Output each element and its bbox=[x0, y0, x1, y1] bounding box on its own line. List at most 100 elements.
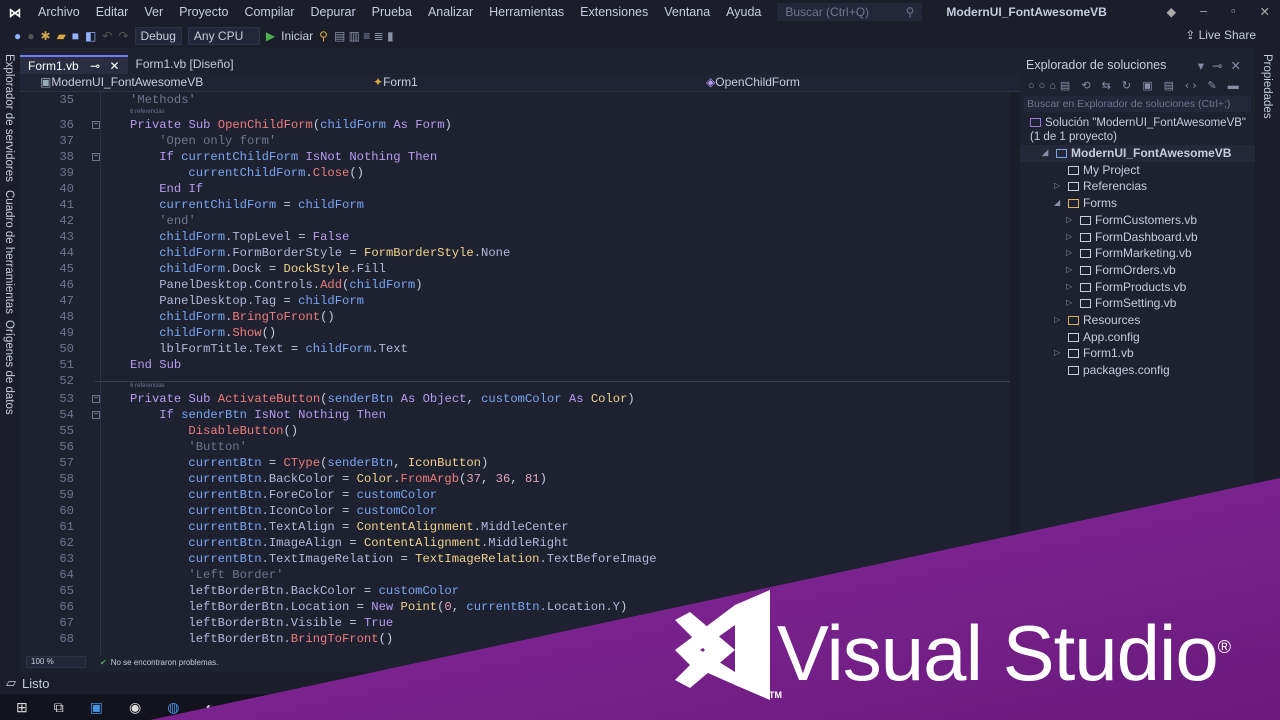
tab-form1-vb[interactable]: Form1.vb ⊸ ✕ bbox=[20, 55, 128, 74]
tree-item[interactable]: ▷ FormCustomers.vb bbox=[1020, 212, 1255, 229]
menu-editar[interactable]: Editar bbox=[88, 5, 137, 19]
problems-status[interactable]: No se encontraron problemas. bbox=[111, 658, 219, 667]
menu-herramientas[interactable]: Herramientas bbox=[481, 5, 572, 19]
menu-analizar[interactable]: Analizar bbox=[420, 5, 481, 19]
properties-tab[interactable]: Propiedades bbox=[1261, 54, 1273, 119]
tree-item[interactable]: ◢ Forms bbox=[1020, 195, 1255, 212]
menu-depurar[interactable]: Depurar bbox=[302, 5, 363, 19]
search-input[interactable]: Buscar (Ctrl+Q) ⚲ bbox=[777, 3, 923, 21]
codelens-references[interactable]: 6 referencias bbox=[20, 108, 1010, 117]
expand-arrow-icon[interactable]: ▷ bbox=[1066, 212, 1072, 229]
solution-search-input[interactable]: Buscar en Explorador de soluciones (Ctrl… bbox=[1024, 96, 1251, 112]
toolbar-tools-icon[interactable]: ▤ ▥ ≡ ≣ ▮ bbox=[334, 29, 394, 43]
code-editor[interactable]: 35 'Methods' 6 referencias 36− Private Sub O… bbox=[20, 92, 1010, 655]
play-icon[interactable]: ▶ bbox=[266, 29, 275, 43]
redo-icon[interactable]: ↷ bbox=[118, 29, 128, 43]
open-icon[interactable]: ▰ bbox=[57, 29, 66, 43]
expand-arrow-icon[interactable]: ▷ bbox=[1066, 295, 1072, 312]
app-icon[interactable]: ▣ bbox=[90, 699, 103, 716]
code-line[interactable]: 50 lblFormTitle.Text = childForm.Text bbox=[20, 341, 1010, 357]
close-tab-icon[interactable]: ✕ bbox=[109, 59, 119, 73]
zoom-dropdown[interactable]: 100 % bbox=[26, 656, 86, 668]
tree-item[interactable]: ▷ FormMarketing.vb bbox=[1020, 245, 1255, 262]
code-line[interactable]: 36 − Private Sub OpenChildForm(childForm A… bbox=[20, 117, 1010, 133]
code-line[interactable]: 37 'Open only form' bbox=[20, 133, 1010, 149]
collapse-icon[interactable]: − bbox=[92, 121, 100, 129]
back-icon[interactable]: ● bbox=[14, 29, 21, 43]
menu-compilar[interactable]: Compilar bbox=[236, 5, 302, 19]
expand-arrow-icon[interactable]: ▷ bbox=[1066, 229, 1072, 246]
code-line[interactable]: 39 currentChildForm.Close() bbox=[20, 165, 1010, 181]
menu-ventana[interactable]: Ventana bbox=[656, 5, 718, 19]
expand-arrow-icon[interactable]: ▷ bbox=[1066, 262, 1072, 279]
toolbox-tab[interactable]: Cuadro de herramientas bbox=[3, 190, 15, 314]
code-line[interactable]: 60 currentBtn.IconColor = customColor bbox=[20, 503, 1010, 519]
expand-arrow-icon[interactable]: ▷ bbox=[1054, 312, 1060, 329]
code-line[interactable]: 41 currentChildForm = childForm bbox=[20, 197, 1010, 213]
expand-arrow-icon[interactable]: ▷ bbox=[1054, 345, 1060, 362]
new-project-icon[interactable]: ✱ bbox=[41, 29, 51, 43]
live-share-button[interactable]: ⇪ Live Share bbox=[1185, 28, 1256, 42]
code-line[interactable]: 47 PanelDesktop.Tag = childForm bbox=[20, 293, 1010, 309]
code-line[interactable]: 40 End If bbox=[20, 181, 1010, 197]
code-line[interactable]: 53 − Private Sub ActivateButton(senderBtn … bbox=[20, 391, 1010, 407]
vertical-scrollbar[interactable] bbox=[1010, 92, 1020, 655]
start-button[interactable]: Iniciar bbox=[281, 29, 313, 43]
code-line[interactable]: 54 − If senderBtn IsNot Nothing Then bbox=[20, 407, 1010, 423]
code-line[interactable]: 35 'Methods' bbox=[20, 92, 1010, 108]
platform-dropdown[interactable]: Any CPU bbox=[187, 27, 260, 45]
menu-ver[interactable]: Ver bbox=[136, 5, 171, 19]
code-line[interactable]: 64 'Left Border' bbox=[20, 567, 1010, 583]
app-icon[interactable]: ◉ bbox=[129, 699, 141, 716]
code-line[interactable]: 57 currentBtn = CType(senderBtn, IconButt… bbox=[20, 455, 1010, 471]
code-line[interactable]: 58 currentBtn.BackColor = Color.FromArgb(… bbox=[20, 471, 1010, 487]
data-sources-tab[interactable]: Orígenes de datos bbox=[3, 320, 15, 415]
steam-icon[interactable]: ◐ bbox=[205, 699, 213, 715]
code-line[interactable]: 65 leftBorderBtn.BackColor = customColor bbox=[20, 583, 1010, 599]
tree-item[interactable]: ▷ Referencias bbox=[1020, 178, 1255, 195]
menu-ayuda[interactable]: Ayuda bbox=[718, 5, 769, 19]
tree-item[interactable]: packages.config bbox=[1020, 362, 1255, 379]
code-line[interactable]: 42 'end' bbox=[20, 213, 1010, 229]
collapse-icon[interactable]: − bbox=[92, 411, 100, 419]
windows-start-icon[interactable]: ⊞ bbox=[16, 699, 28, 716]
code-line[interactable]: 62 currentBtn.ImageAlign = ContentAlignme… bbox=[20, 535, 1010, 551]
tree-item[interactable]: ▷ FormOrders.vb bbox=[1020, 262, 1255, 279]
codelens-references[interactable]: 6 referencias bbox=[20, 382, 1010, 391]
class-dropdown[interactable]: ✦Form1 bbox=[353, 74, 686, 91]
collapse-icon[interactable]: − bbox=[92, 395, 100, 403]
menu-prueba[interactable]: Prueba bbox=[364, 5, 420, 19]
server-explorer-tab[interactable]: Explorador de servidores bbox=[3, 54, 15, 182]
solution-toolbar[interactable]: ○○⌂▤ ⟲ ⇆ ↻ ▣ ▤ ‹› ✎ ▬ bbox=[1020, 77, 1255, 94]
code-line[interactable]: 55 DisableButton() bbox=[20, 423, 1010, 439]
feedback-icon[interactable]: ◆ bbox=[1167, 4, 1177, 19]
find-icon[interactable]: ⚲ bbox=[319, 29, 328, 43]
forward-icon[interactable]: ● bbox=[27, 29, 34, 43]
pin-icon[interactable]: ⊸ bbox=[90, 59, 100, 73]
tree-item[interactable]: ▷ FormSetting.vb bbox=[1020, 295, 1255, 312]
code-line[interactable]: 61 currentBtn.TextAlign = ContentAlignmen… bbox=[20, 519, 1010, 535]
code-line[interactable]: 43 childForm.TopLevel = False bbox=[20, 229, 1010, 245]
menu-proyecto[interactable]: Proyecto bbox=[171, 5, 236, 19]
menu-archivo[interactable]: Archivo bbox=[30, 5, 88, 19]
undo-icon[interactable]: ↶ bbox=[102, 29, 112, 43]
code-line[interactable]: 59 currentBtn.ForeColor = customColor bbox=[20, 487, 1010, 503]
task-view-icon[interactable]: ⧉ bbox=[54, 699, 64, 716]
tree-item[interactable]: ▷ FormProducts.vb bbox=[1020, 279, 1255, 296]
panel-controls[interactable]: ▾⊸✕ bbox=[1198, 58, 1249, 73]
tree-item[interactable]: My Project bbox=[1020, 162, 1255, 179]
minimize-button[interactable]: – bbox=[1200, 4, 1207, 19]
menu-extensiones[interactable]: Extensiones bbox=[572, 5, 656, 19]
tree-item[interactable]: Solución "ModernUI_FontAwesomeVB" (1 de … bbox=[1020, 115, 1255, 145]
code-line[interactable]: 46 PanelDesktop.Controls.Add(childForm) bbox=[20, 277, 1010, 293]
expand-arrow-icon[interactable]: ▷ bbox=[1066, 245, 1072, 262]
tree-item[interactable]: ▷ FormDashboard.vb bbox=[1020, 229, 1255, 246]
project-dropdown[interactable]: ▣ModernUI_FontAwesomeVB bbox=[20, 74, 353, 91]
save-icon[interactable]: ■ bbox=[72, 29, 79, 43]
tree-item[interactable]: ▷ Resources bbox=[1020, 312, 1255, 329]
code-line[interactable]: 63 currentBtn.TextImageRelation = TextIma… bbox=[20, 551, 1010, 567]
tree-item[interactable]: ◢ ModernUI_FontAwesomeVB bbox=[1020, 145, 1255, 162]
code-line[interactable]: 44 childForm.FormBorderStyle = FormBorder… bbox=[20, 245, 1010, 261]
browser-icon[interactable]: ◍ bbox=[167, 699, 179, 716]
expand-arrow-icon[interactable]: ◢ bbox=[1054, 195, 1060, 212]
